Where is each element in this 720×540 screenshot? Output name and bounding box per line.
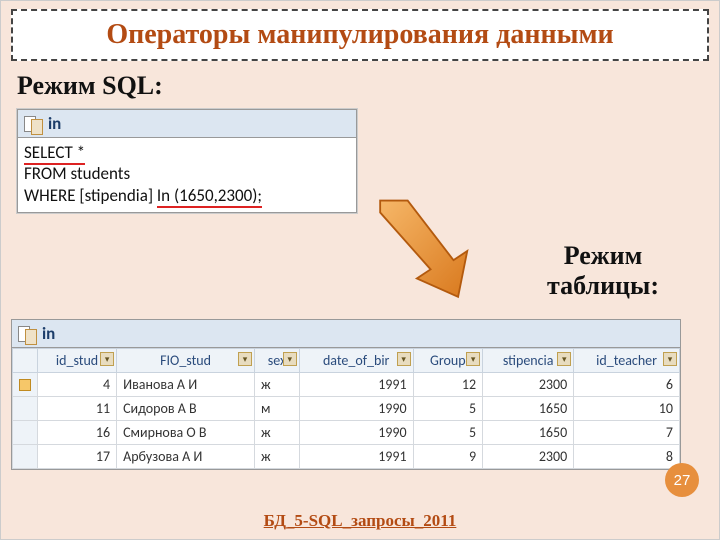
col-fio[interactable]: FIO_stud▾: [117, 349, 255, 373]
row-selector[interactable]: [13, 421, 38, 445]
cell[interactable]: 17: [38, 445, 117, 469]
col-dob[interactable]: date_of_bir▾: [299, 349, 413, 373]
dropdown-icon[interactable]: ▾: [397, 352, 411, 366]
cell[interactable]: 9: [413, 445, 483, 469]
sql-tab-row: in: [18, 110, 356, 138]
cell[interactable]: Сидоров А В: [117, 397, 255, 421]
table-row[interactable]: 16 Смирнова О В ж 1990 5 1650 7: [13, 421, 680, 445]
table-row[interactable]: 11 Сидоров А В м 1990 5 1650 10: [13, 397, 680, 421]
cell[interactable]: Иванова А И: [117, 373, 255, 397]
cell[interactable]: 11: [38, 397, 117, 421]
col-teacher[interactable]: id_teacher▾: [574, 349, 680, 373]
cell[interactable]: 1990: [299, 421, 413, 445]
cell[interactable]: 1990: [299, 397, 413, 421]
footer-text: БД_5-SQL_запросы_2011: [1, 511, 719, 531]
cell[interactable]: 5: [413, 397, 483, 421]
col-sex[interactable]: sex▾: [255, 349, 300, 373]
dropdown-icon[interactable]: ▾: [100, 352, 114, 366]
col-group[interactable]: Group▾: [413, 349, 483, 373]
row-selector[interactable]: [13, 397, 38, 421]
cell[interactable]: 10: [574, 397, 680, 421]
row-selector[interactable]: [13, 373, 38, 397]
dropdown-icon[interactable]: ▾: [283, 352, 297, 366]
sql-panel: in SELECT * FROM students WHERE [stipend…: [17, 109, 357, 213]
table-row[interactable]: 4 Иванова А И ж 1991 12 2300 6: [13, 373, 680, 397]
sql-line-3-hl: In (1650,2300);: [157, 185, 262, 208]
cell[interactable]: 16: [38, 421, 117, 445]
cell[interactable]: 1650: [483, 421, 574, 445]
table-header-row: id_stud▾ FIO_stud▾ sex▾ date_of_bir▾ Gro…: [13, 349, 680, 373]
datasheet-icon: [16, 324, 38, 344]
dropdown-icon[interactable]: ▾: [557, 352, 571, 366]
cell[interactable]: 2300: [483, 373, 574, 397]
cell[interactable]: ж: [255, 445, 300, 469]
table-label-2: таблицы:: [547, 271, 659, 300]
sql-line-1: SELECT *: [24, 142, 85, 165]
arrow-icon: [371, 196, 481, 306]
slide-title: Операторы манипулирования данными: [23, 19, 697, 51]
sql-line-2: FROM students: [24, 163, 350, 184]
sql-line-3-pre: WHERE [stipendia]: [24, 185, 157, 206]
dropdown-icon[interactable]: ▾: [238, 352, 252, 366]
table-row[interactable]: 17 Арбузова А И ж 1991 9 2300 8: [13, 445, 680, 469]
cell[interactable]: ж: [255, 373, 300, 397]
cell[interactable]: 5: [413, 421, 483, 445]
query-icon: [22, 114, 44, 134]
slide-title-box: Операторы манипулирования данными: [11, 9, 709, 61]
sql-tab-name: in: [48, 113, 61, 134]
cell[interactable]: 2300: [483, 445, 574, 469]
cell[interactable]: 12: [413, 373, 483, 397]
table-mode-label: Режим таблицы:: [547, 241, 659, 301]
cell[interactable]: 8: [574, 445, 680, 469]
row-selector[interactable]: [13, 445, 38, 469]
table-tab-name: in: [42, 323, 55, 344]
sql-query-body: SELECT * FROM students WHERE [stipendia]…: [18, 138, 356, 212]
col-stip[interactable]: stipencia▾: [483, 349, 574, 373]
cell[interactable]: 7: [574, 421, 680, 445]
cell[interactable]: 4: [38, 373, 117, 397]
row-selector-header: [13, 349, 38, 373]
sql-mode-label: Режим SQL:: [17, 71, 709, 101]
col-id_stud[interactable]: id_stud▾: [38, 349, 117, 373]
cell[interactable]: Смирнова О В: [117, 421, 255, 445]
cell[interactable]: 1991: [299, 373, 413, 397]
table-panel: in id_stud▾ FIO_stud▾ sex▾ date_of_bir▾ …: [11, 319, 681, 470]
cell[interactable]: ж: [255, 421, 300, 445]
cell[interactable]: Арбузова А И: [117, 445, 255, 469]
slide-number-badge: 27: [665, 463, 699, 497]
table-tab-row: in: [12, 320, 680, 348]
cell[interactable]: 1650: [483, 397, 574, 421]
cell[interactable]: м: [255, 397, 300, 421]
cell[interactable]: 1991: [299, 445, 413, 469]
dropdown-icon[interactable]: ▾: [466, 352, 480, 366]
dropdown-icon[interactable]: ▾: [663, 352, 677, 366]
table-label-1: Режим: [564, 241, 643, 270]
cell[interactable]: 6: [574, 373, 680, 397]
results-table: id_stud▾ FIO_stud▾ sex▾ date_of_bir▾ Gro…: [12, 348, 680, 469]
